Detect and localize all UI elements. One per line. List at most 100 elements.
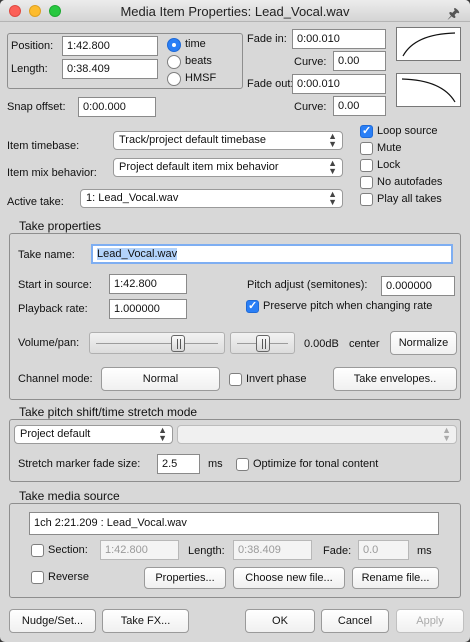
volume-slider-thumb[interactable] [171, 335, 185, 352]
pan-slider[interactable] [230, 332, 295, 354]
rename-file-button[interactable]: Rename file... [352, 567, 439, 589]
radio-time[interactable] [167, 38, 181, 52]
radio-hmsf-label: HMSF [185, 72, 217, 84]
section-input[interactable]: 1:42.800 [100, 540, 179, 560]
fade-in-input[interactable]: 0:00.010 [292, 29, 386, 49]
take-name-input[interactable]: Lead_Vocal.wav [91, 244, 453, 264]
no-autofades-checkbox[interactable] [360, 176, 373, 189]
loop-source-checkbox[interactable] [360, 124, 373, 138]
chevron-updown-icon: ▲ ▼ [328, 131, 337, 149]
optimize-tonal-label: Optimize for tonal content [253, 458, 379, 470]
section-fade-unit: ms [417, 545, 432, 557]
start-in-source-label: Start in source: [18, 279, 92, 291]
preserve-pitch-checkbox[interactable] [246, 299, 259, 313]
pitch-mode-value: Project default [20, 428, 91, 440]
length-label: Length: [11, 63, 48, 75]
radio-time-label: time [185, 38, 206, 50]
active-take-select[interactable]: 1: Lead_Vocal.wav ▲ ▼ [80, 189, 343, 208]
item-mix-value: Project default item mix behavior [119, 161, 279, 173]
section-fade-input[interactable]: 0.0 [358, 540, 409, 560]
volume-slider-track [96, 343, 218, 344]
active-take-label: Active take: [7, 196, 64, 208]
loop-source-label: Loop source [377, 125, 438, 137]
volume-pan-label: Volume/pan: [18, 337, 80, 349]
preserve-pitch-label: Preserve pitch when changing rate [263, 300, 433, 312]
pitch-adjust-input[interactable]: 0.000000 [381, 276, 455, 296]
item-timebase-select[interactable]: Track/project default timebase ▲ ▼ [113, 131, 343, 150]
channel-mode-button[interactable]: Normal [101, 367, 220, 391]
title-bar[interactable]: Media Item Properties: Lead_Vocal.wav 🖈 [0, 0, 470, 22]
playback-rate-input[interactable]: 1.000000 [109, 299, 187, 319]
curve-in-label: Curve: [294, 56, 327, 68]
item-mix-select[interactable]: Project default item mix behavior ▲ ▼ [113, 158, 343, 177]
pitch-adjust-label: Pitch adjust (semitones): [247, 279, 368, 291]
radio-hmsf[interactable] [167, 72, 181, 86]
take-properties-title: Take properties [19, 219, 102, 233]
playback-rate-label: Playback rate: [18, 303, 88, 315]
pan-slider-thumb[interactable] [256, 335, 270, 352]
nudge-set-button[interactable]: Nudge/Set... [9, 609, 96, 633]
section-length-label: Length: [188, 545, 225, 557]
stretch-fade-label: Stretch marker fade size: [18, 458, 141, 470]
fade-in-label: Fade in: [247, 33, 287, 45]
reverse-label: Reverse [48, 571, 89, 583]
no-autofades-label: No autofades [377, 176, 443, 188]
start-in-source-input[interactable]: 1:42.800 [109, 274, 187, 294]
curve-in-input[interactable]: 0.00 [333, 51, 386, 71]
item-timebase-label: Item timebase: [7, 140, 80, 152]
section-checkbox[interactable] [31, 544, 44, 557]
section-label: Section: [48, 544, 88, 556]
fade-in-curve-icon[interactable] [396, 27, 461, 61]
pin-icon[interactable]: 🖈 [447, 3, 460, 27]
take-envelopes-button[interactable]: Take envelopes.. [333, 367, 457, 391]
volume-slider[interactable] [89, 332, 225, 354]
play-all-takes-label: Play all takes [377, 193, 442, 205]
apply-button[interactable]: Apply [396, 609, 464, 633]
lock-checkbox[interactable] [360, 159, 373, 172]
media-source-title: Take media source [19, 489, 120, 503]
mute-label: Mute [377, 142, 402, 154]
item-mix-label: Item mix behavior: [7, 167, 97, 179]
invert-phase-checkbox[interactable] [229, 373, 242, 386]
window-title: Media Item Properties: Lead_Vocal.wav [120, 4, 350, 19]
ok-button[interactable]: OK [245, 609, 315, 633]
optimize-tonal-checkbox[interactable] [236, 458, 249, 471]
pitch-submode-select[interactable]: ▲ ▼ [177, 425, 457, 444]
fade-out-curve-icon[interactable] [396, 73, 461, 107]
take-fx-button[interactable]: Take FX... [102, 609, 189, 633]
lock-label: Lock [377, 159, 401, 171]
stretch-fade-unit: ms [208, 458, 223, 470]
chevron-updown-icon: ▲ ▼ [328, 189, 337, 207]
length-input[interactable]: 0:38.409 [62, 59, 158, 79]
section-length-input[interactable]: 0:38.409 [233, 540, 312, 560]
fade-out-label: Fade out: [247, 78, 294, 90]
properties-button[interactable]: Properties... [144, 567, 226, 589]
item-timebase-value: Track/project default timebase [119, 134, 266, 146]
chevron-updown-icon: ▲ ▼ [442, 425, 451, 443]
pan-readout: center [349, 338, 380, 350]
media-item-properties-window: Media Item Properties: Lead_Vocal.wav 🖈 … [0, 0, 470, 642]
active-take-value: 1: Lead_Vocal.wav [86, 192, 179, 204]
reverse-checkbox[interactable] [31, 571, 44, 584]
volume-readout: 0.00dB [304, 338, 339, 350]
position-label: Position: [11, 40, 54, 52]
radio-beats[interactable] [167, 55, 181, 69]
mute-checkbox[interactable] [360, 142, 373, 155]
channel-mode-label: Channel mode: [18, 373, 93, 385]
cancel-button[interactable]: Cancel [321, 609, 389, 633]
chevron-updown-icon: ▲ ▼ [328, 158, 337, 176]
fade-out-input[interactable]: 0:00.010 [292, 74, 386, 94]
play-all-takes-checkbox[interactable] [360, 193, 373, 206]
curve-out-input[interactable]: 0.00 [333, 96, 386, 116]
normalize-button[interactable]: Normalize [390, 331, 457, 355]
snap-offset-input[interactable]: 0:00.000 [78, 97, 156, 117]
take-name-value: Lead_Vocal.wav [97, 248, 178, 260]
invert-phase-label: Invert phase [246, 373, 307, 385]
stretch-fade-input[interactable]: 2.5 [157, 454, 200, 474]
snap-offset-label: Snap offset: [7, 101, 66, 113]
position-input[interactable]: 1:42.800 [62, 36, 158, 56]
media-source-info: 1ch 2:21.209 : Lead_Vocal.wav [29, 512, 439, 535]
pitch-shift-title: Take pitch shift/time stretch mode [19, 405, 198, 419]
choose-new-file-button[interactable]: Choose new file... [233, 567, 345, 589]
pitch-mode-select[interactable]: Project default ▲ ▼ [14, 425, 173, 444]
